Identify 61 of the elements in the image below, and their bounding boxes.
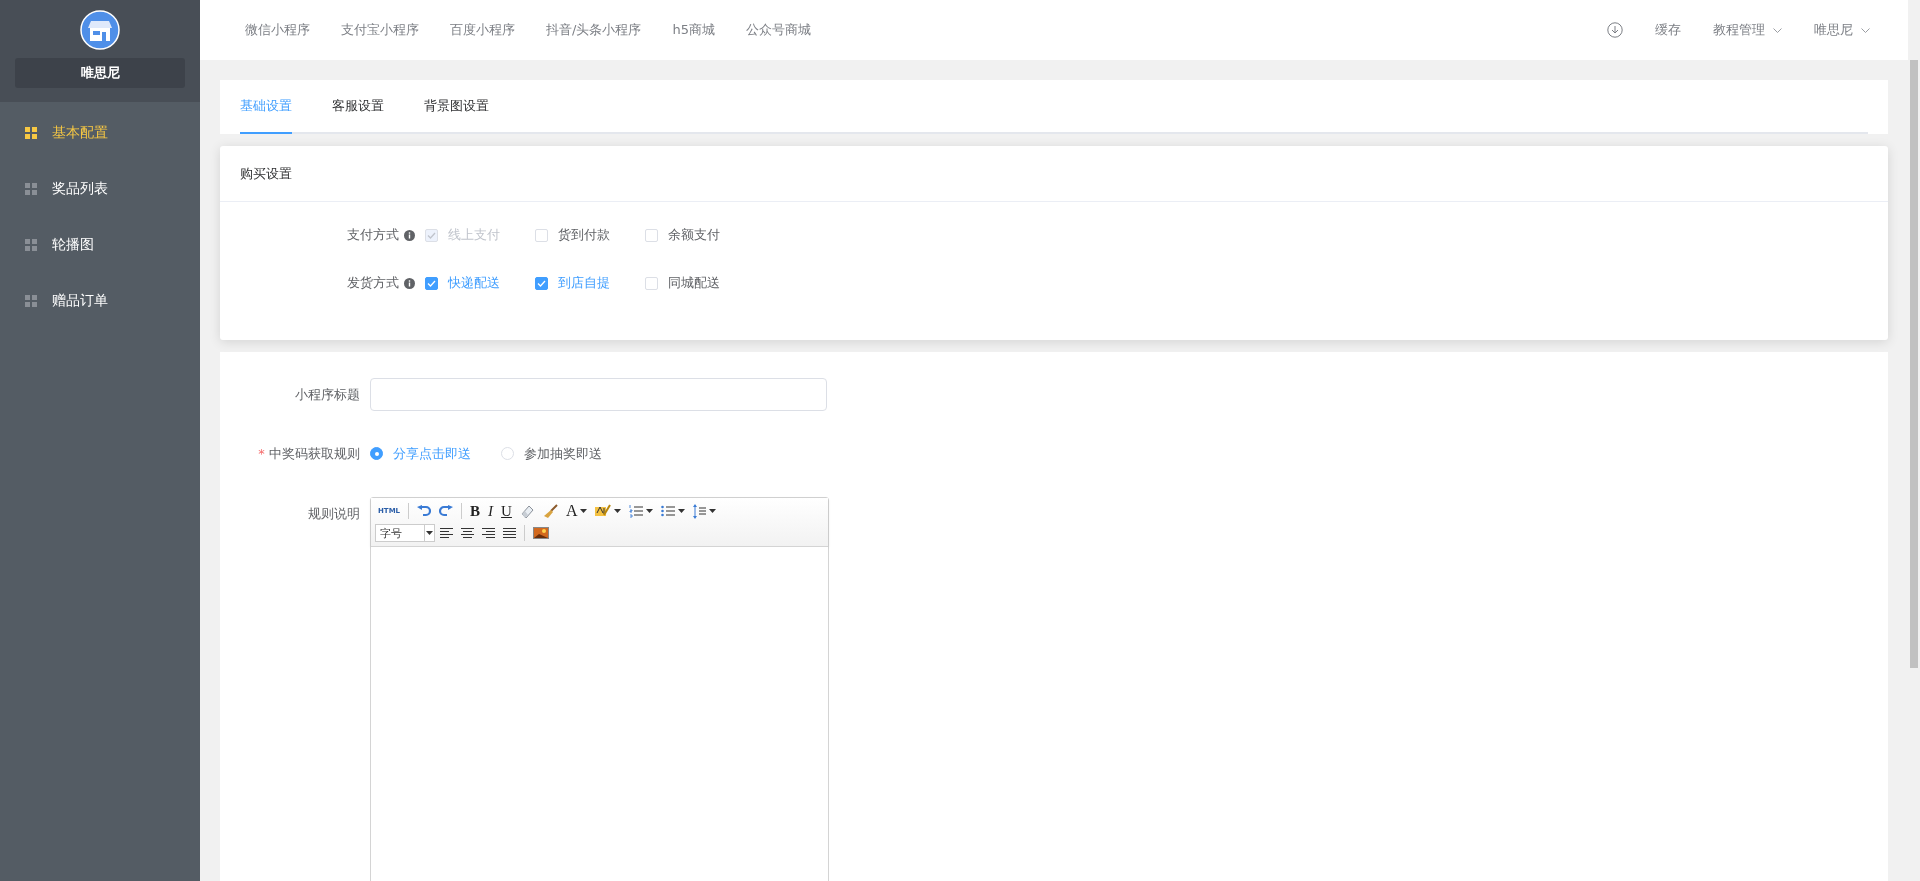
grid-icon [25,295,37,307]
checkbox[interactable]: 余额支付 [645,226,731,244]
toolbar-button[interactable]: I [485,501,497,521]
chevron-down-icon [1773,27,1782,33]
input-field[interactable] [370,378,827,411]
sidebar-item[interactable]: 轮播图 [0,217,200,273]
caret-icon [426,531,433,535]
checkbox[interactable]: 同城配送 [645,274,731,292]
field-label: 支付方式 [347,226,399,244]
align-center-icon [461,527,474,539]
grid-icon [25,183,37,195]
scrollbar[interactable] [1908,0,1920,881]
toolbar-button[interactable]: U [498,501,515,521]
align-left-icon [440,527,453,539]
undo-icon [417,505,432,517]
tab[interactable]: 背景图设置 [424,80,489,134]
sidebar-item[interactable]: 奖品列表 [0,161,200,217]
dropdown-menu[interactable]: 教程管理 [1713,21,1765,39]
dropdown-menu[interactable]: 唯思尼 [1814,21,1853,39]
info-icon [404,229,415,241]
align-justify-icon [503,527,516,539]
shop-name: 唯思尼 [15,58,185,88]
grid-icon [25,127,37,139]
checkmark-icon [427,279,436,287]
line-height-icon [693,503,707,519]
brush-icon [542,503,558,519]
top-nav-link[interactable]: 微信小程序 [245,21,310,39]
toolbar-button[interactable]: B [467,501,484,521]
checkmark-icon [537,279,546,287]
sidebar-item[interactable]: 基本配置 [0,105,200,161]
checkmark-icon [427,231,436,239]
info-icon [404,277,415,289]
top-nav-link[interactable]: 百度小程序 [450,21,515,39]
redo-icon [439,505,454,517]
chevron-down-icon [1861,27,1870,33]
field-label: 小程序标题 [294,386,361,404]
highlight-icon [595,504,612,518]
bullet-list-icon [661,504,676,518]
field-label: 规则说明 [307,505,361,523]
top-nav-link[interactable]: h5商城 [672,21,715,39]
tab[interactable]: 客服设置 [332,80,384,134]
field-label: 中奖码获取规则 [269,446,360,461]
ordered-list-icon [629,504,644,518]
store-logo-icon [80,10,120,50]
card-title: 购买设置 [240,164,292,183]
font-size-select[interactable]: 字号 [375,524,435,542]
top-nav-link[interactable]: 支付宝小程序 [341,21,419,39]
field-label: 发货方式 [347,274,399,292]
top-nav-link[interactable]: 公众号商城 [745,21,811,39]
toolbar-button[interactable]: A [562,501,591,521]
required-mark: * [258,446,265,461]
sidebar-item[interactable]: 赠品订单 [0,273,200,329]
radio-button[interactable]: 参加抽奖即送 [501,444,602,463]
top-nav-link[interactable]: 抖音/头条小程序 [546,21,642,39]
checkbox[interactable]: 货到付款 [535,226,621,244]
cache-link[interactable]: 缓存 [1655,21,1681,39]
image-icon [533,527,549,539]
download-icon[interactable] [1607,22,1623,38]
align-right-icon [482,527,495,539]
grid-icon [25,239,37,251]
eraser-icon [519,503,535,519]
